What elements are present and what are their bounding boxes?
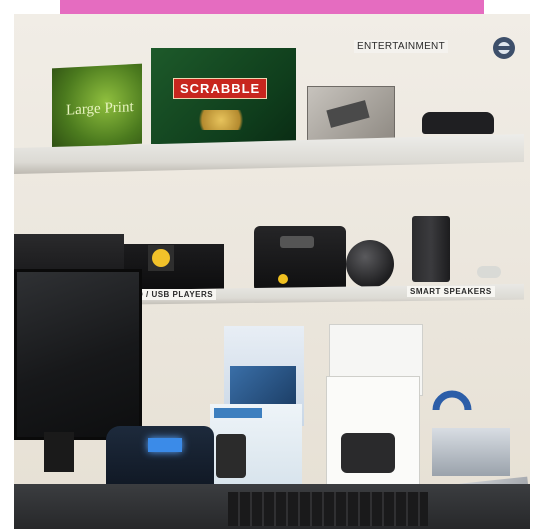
leaflet-3 bbox=[210, 404, 302, 490]
leaflet-image bbox=[230, 366, 296, 406]
large-print-text: Large Print bbox=[66, 99, 134, 119]
smart-speaker-tall bbox=[412, 216, 450, 282]
radio-button-icon bbox=[278, 274, 288, 284]
speakers-label: SMART SPEAKERS bbox=[407, 286, 495, 297]
top-banner bbox=[60, 0, 484, 14]
entertainment-sign: ENTERTAINMENT bbox=[354, 40, 448, 53]
entertainment-icon bbox=[493, 37, 515, 59]
remote-device bbox=[422, 112, 494, 134]
card-item bbox=[326, 100, 370, 128]
monitor bbox=[14, 269, 142, 440]
device-image bbox=[341, 433, 395, 473]
keyboard bbox=[228, 492, 428, 526]
yellow-button-icon bbox=[152, 249, 170, 267]
small-speaker bbox=[477, 266, 501, 278]
radio-display bbox=[280, 236, 314, 248]
photo: ENTERTAINMENT Large Print SCRABBLE D / U… bbox=[14, 14, 530, 529]
player-panel bbox=[148, 245, 174, 271]
scrabble-title: SCRABBLE bbox=[173, 78, 268, 99]
boxed-product bbox=[432, 428, 510, 476]
scrabble-tiles bbox=[191, 110, 251, 130]
players-label: D / USB PLAYERS bbox=[134, 289, 217, 300]
entertainment-label: ENTERTAINMENT bbox=[357, 41, 445, 52]
monitor-stand bbox=[44, 432, 74, 472]
leaflet-4 bbox=[326, 376, 420, 494]
phone-display bbox=[148, 438, 182, 452]
leaflet-header bbox=[214, 408, 262, 418]
phone-image bbox=[216, 434, 246, 478]
radio-player bbox=[254, 226, 346, 292]
smart-speaker-round bbox=[346, 240, 394, 288]
card-package bbox=[307, 86, 395, 142]
scrabble-box: SCRABBLE bbox=[151, 48, 296, 144]
blue-logo bbox=[432, 390, 478, 430]
large-print-box: Large Print bbox=[52, 63, 142, 149]
